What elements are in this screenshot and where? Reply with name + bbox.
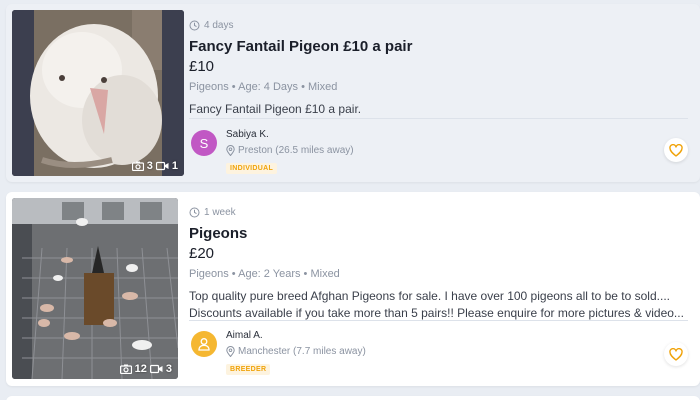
media-count: 12 3 [119,363,172,375]
listing-photo[interactable]: 12 3 [12,198,178,379]
listing-title[interactable]: Fancy Fantail Pigeon £10 a pair [189,38,660,56]
seller-location: Preston (26.5 miles away) [226,144,354,157]
divider [189,118,688,119]
pigeon-photo [12,10,184,176]
divider [189,320,688,321]
camera-icon [119,364,132,374]
seller-info[interactable]: S Sabiya K. Preston (26.5 miles away) IN… [191,128,354,175]
photo-count: 3 [146,160,153,172]
video-count: 3 [165,363,172,375]
seller-name: Sabiya K. [226,129,269,140]
location-label: Preston (26.5 miles away) [238,145,354,156]
listing-info: 1 week Pigeons £20 Pigeons • Age: 2 Year… [189,205,684,322]
listing-meta: Pigeons • Age: 2 Years • Mixed [189,268,340,280]
posted-label: 4 days [204,19,234,31]
clock-icon [189,207,200,217]
listing-description: Fancy Fantail Pigeon £10 a pair. [189,102,362,116]
posted-label: 1 week [204,206,236,218]
seller-name: Aimal A. [226,330,263,341]
pigeons-photo [12,198,178,379]
video-icon [149,364,163,374]
avatar [191,331,217,357]
video-count: 1 [171,160,178,172]
avatar: S [191,130,217,156]
listing-card[interactable]: 12 3 1 week Pigeons £20 Pigeons • Age: 2… [6,192,700,386]
listing-card[interactable]: 3 1 4 days Fancy Fantail Pigeon £10 a pa… [6,4,700,182]
media-count: 3 1 [131,160,178,172]
location-pin-icon [226,346,235,357]
listing-card[interactable] [6,396,700,400]
location-label: Manchester (7.7 miles away) [238,346,366,357]
heart-icon [669,347,683,361]
listing-price: £10 [189,58,215,75]
listing-price: £20 [189,245,215,262]
photo-count: 12 [134,363,147,375]
favourite-button[interactable] [664,138,688,162]
listing-photo[interactable]: 3 1 [12,10,184,176]
posted-time: 1 week [189,205,660,219]
clock-icon [189,20,200,30]
seller-type-badge: BREEDER [226,364,271,375]
seller-type-badge: INDIVIDUAL [226,163,278,174]
seller-location: Manchester (7.7 miles away) [226,345,366,358]
location-pin-icon [226,145,235,156]
heart-icon [669,143,683,157]
seller-info[interactable]: Aimal A. Manchester (7.7 miles away) BRE… [191,329,366,376]
listing-meta: Pigeons • Age: 4 Days • Mixed [189,81,338,93]
listing-title[interactable]: Pigeons [189,225,660,243]
listing-info: 4 days Fancy Fantail Pigeon £10 a pair £… [189,18,660,118]
posted-time: 4 days [189,18,660,32]
camera-icon [131,161,144,171]
video-icon [155,161,169,171]
user-icon [198,338,210,351]
favourite-button[interactable] [664,342,688,366]
listing-description: Top quality pure breed Afghan Pigeons fo… [189,289,684,320]
